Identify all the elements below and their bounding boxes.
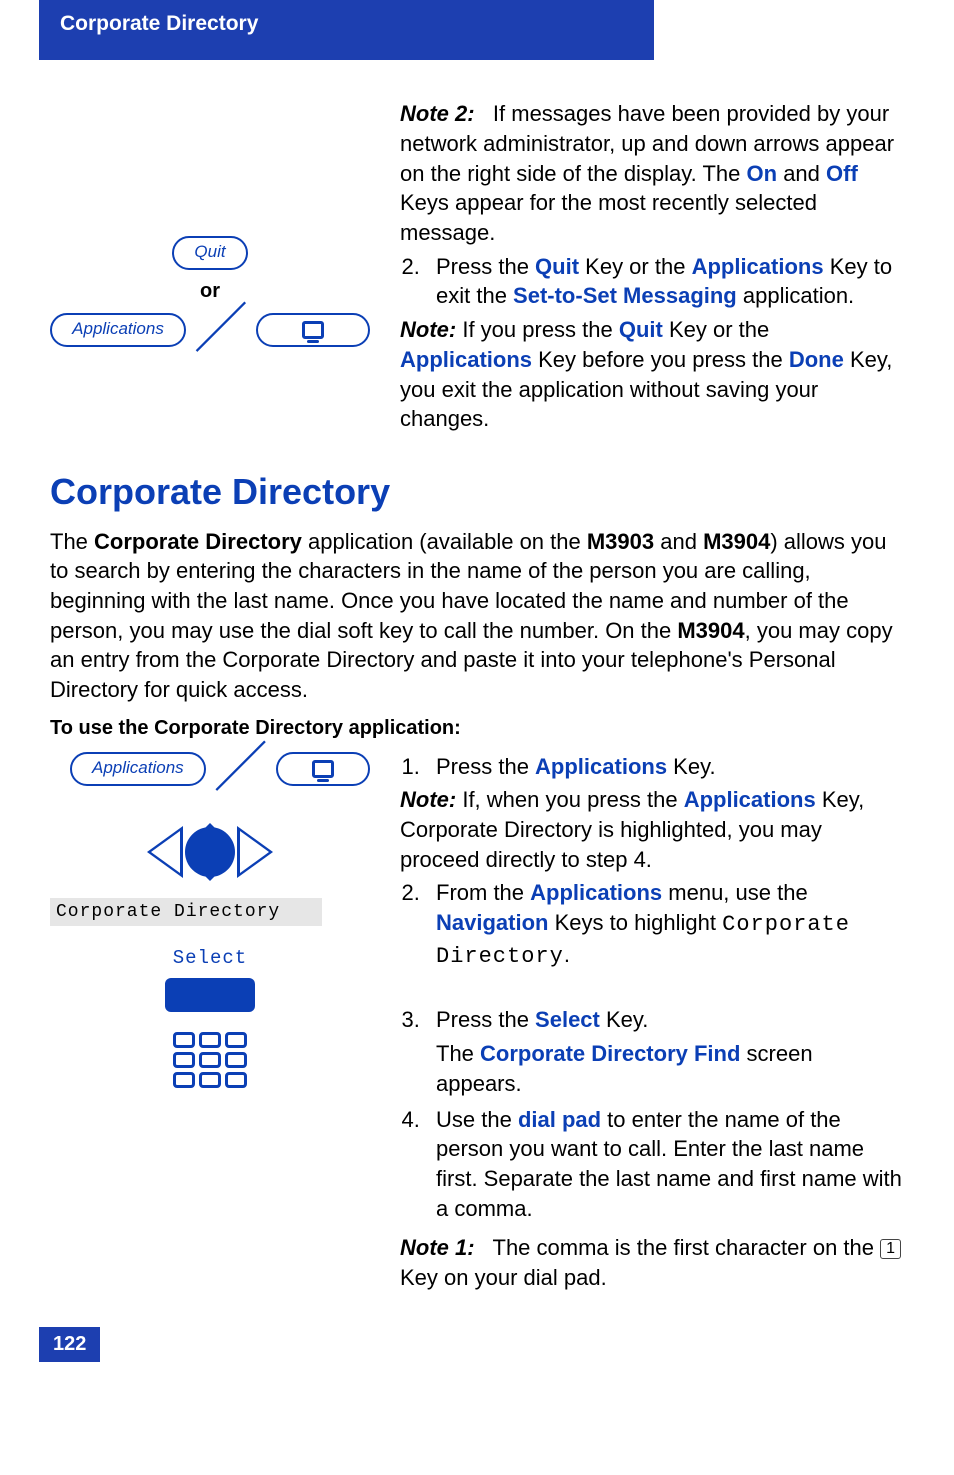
s2-mid: Key or the: [579, 254, 692, 279]
s2-mid: menu, use the: [662, 880, 808, 905]
screen-key: [256, 313, 370, 347]
applications-softkey: Applications: [50, 313, 186, 347]
quit-key-ref2: Quit: [619, 317, 663, 342]
s2-pre: Press the: [436, 254, 535, 279]
slash-icon-2: ／: [214, 755, 268, 782]
note2-tail: Keys appear for the most recently select…: [400, 190, 817, 245]
steps-right-text: Press the Applications Key. Note: If, wh…: [400, 748, 904, 1297]
applications-label-2: Applications: [92, 757, 184, 780]
m3904-2: M3904: [677, 618, 744, 643]
note-t1: If you press the: [456, 317, 619, 342]
softkey-button-icon: [165, 978, 255, 1012]
done-key: Done: [789, 347, 844, 372]
section-title: Corporate Directory: [50, 468, 904, 517]
m3903: M3903: [587, 529, 654, 554]
quit-key-ref: Quit: [535, 254, 579, 279]
select-label: Select: [50, 946, 370, 972]
intro-pre: The: [50, 529, 94, 554]
s1-pre: Press the: [436, 754, 535, 779]
s1-tail: Key.: [667, 754, 716, 779]
s1-note-label: Note:: [400, 787, 456, 812]
quit-softkey: Quit: [172, 236, 247, 270]
nav-right-icon: [237, 826, 273, 878]
intro-mid1: application (available on the: [302, 529, 587, 554]
s4-pre: Use the: [436, 1107, 518, 1132]
nav-left-icon: [147, 826, 183, 878]
note1-tail: Key on your dial pad.: [400, 1265, 607, 1290]
step-1: Press the Applications Key.: [426, 752, 904, 782]
note-t2: Key or the: [663, 317, 769, 342]
s3-body-key: Corporate Directory Find: [480, 1041, 740, 1066]
s2-nav: Navigation: [436, 910, 548, 935]
s2-menu: Applications: [530, 880, 662, 905]
quit-label: Quit: [194, 241, 225, 264]
intro-paragraph: The Corporate Directory application (ava…: [50, 527, 904, 705]
upper-left-illustration: Quit or Applications ／: [50, 95, 370, 438]
s1-note-key: Applications: [684, 787, 816, 812]
upper-right-text: Note 2: If messages have been provided b…: [400, 95, 904, 438]
m3904: M3904: [703, 529, 770, 554]
nav-center-icon: [185, 827, 235, 877]
note-1: Note 1: The comma is the first character…: [400, 1233, 904, 1292]
s1-note-pre: If, when you press the: [456, 787, 683, 812]
navigation-keys-icon: [50, 826, 370, 878]
applications-softkey-2: Applications: [70, 752, 206, 786]
note2-and: and: [777, 161, 826, 186]
lcd-corporate-directory: Corporate Directory: [50, 898, 322, 926]
sts-ref: Set-to-Set Messaging: [513, 283, 737, 308]
page-number: 122: [39, 1327, 100, 1362]
header-title: Corporate Directory: [60, 12, 258, 35]
s4-key: dial pad: [518, 1107, 601, 1132]
slash-icon: ／: [194, 316, 248, 343]
step1-note: Note: If, when you press the Application…: [400, 785, 904, 874]
step-2: From the Applications menu, use the Navi…: [426, 878, 904, 971]
off-key: Off: [826, 161, 858, 186]
apps-key-ref: Applications: [692, 254, 824, 279]
intro-and: and: [654, 529, 703, 554]
screen-key-2: [276, 752, 370, 786]
s3-body-pre: The: [436, 1041, 480, 1066]
steps-left-illustrations: Applications ／ Corporate Directory Selec…: [50, 748, 370, 1297]
s2-period: .: [564, 942, 570, 967]
screen-icon: [302, 321, 324, 339]
upper-step-2: Press the Quit Key or the Applications K…: [426, 252, 904, 311]
cd-bold: Corporate Directory: [94, 529, 302, 554]
note-label: Note:: [400, 317, 456, 342]
apps-key-ref2: Applications: [400, 347, 532, 372]
s2-pre: From the: [436, 880, 530, 905]
screen-icon-2: [312, 760, 334, 778]
step-3: Press the Select Key. The Corporate Dire…: [426, 1005, 904, 1098]
applications-label: Applications: [72, 318, 164, 341]
s2-mid2: Keys to highlight: [548, 910, 722, 935]
on-key: On: [747, 161, 778, 186]
s3-pre: Press the: [436, 1007, 535, 1032]
subtitle: To use the Corporate Directory applicati…: [50, 715, 904, 742]
note1-pre: The comma is the first character on the: [487, 1235, 880, 1260]
dialpad-icon: [50, 1032, 370, 1088]
s1-key: Applications: [535, 754, 667, 779]
key-1-icon: 1: [880, 1239, 901, 1259]
step-4: Use the dial pad to enter the name of th…: [426, 1105, 904, 1224]
note2-label: Note 2:: [400, 101, 475, 126]
note-t3: Key before you press the: [532, 347, 789, 372]
page-header: Corporate Directory: [39, 0, 654, 60]
s2-tail: application.: [737, 283, 854, 308]
note1-label: Note 1:: [400, 1235, 475, 1260]
s3-tail: Key.: [600, 1007, 649, 1032]
s3-key: Select: [535, 1007, 600, 1032]
